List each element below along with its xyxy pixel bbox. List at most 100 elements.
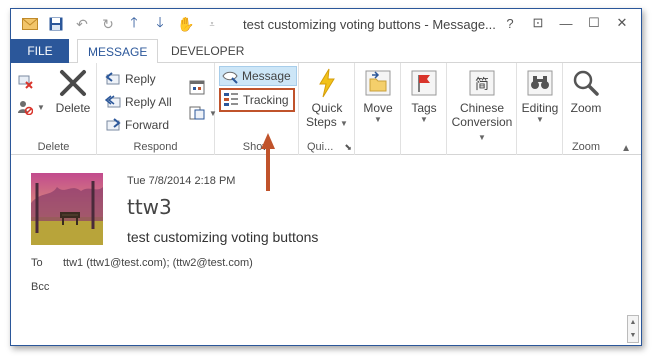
zoom-group-label: Zoom xyxy=(571,141,601,153)
reply-all-label: Reply All xyxy=(125,95,172,109)
touch-mode-icon[interactable]: ✋ xyxy=(175,15,197,33)
ribbon-display-options-button[interactable]: ⊡ xyxy=(525,13,551,33)
reply-icon xyxy=(105,71,121,87)
meeting-button[interactable] xyxy=(189,77,205,97)
flag-icon xyxy=(408,67,440,99)
header-scrollbar[interactable]: ▲ ▼ xyxy=(627,315,639,343)
ribbon: ▼ Delete Delete Reply Reply All Forward … xyxy=(11,63,641,155)
zoom-button[interactable]: Zoom xyxy=(565,67,607,115)
editing-label: Editing xyxy=(521,101,559,115)
chevron-down-icon: ▼ xyxy=(536,115,544,124)
magnifier-icon xyxy=(570,67,602,99)
to-label: To xyxy=(31,257,43,269)
reply-label: Reply xyxy=(125,72,156,86)
quick-access-toolbar: ↶ ↻ 🡑 🡓 ✋ ⩡ xyxy=(19,14,223,33)
chinese-label-2: Conversion ▼ xyxy=(451,115,513,142)
message-label: Message xyxy=(242,69,291,83)
annotation-arrow-icon xyxy=(261,133,275,191)
collapse-ribbon-icon[interactable]: ▲ xyxy=(621,143,631,154)
reply-all-button[interactable]: Reply All xyxy=(105,92,172,112)
move-label: Move xyxy=(363,101,393,115)
binoculars-icon xyxy=(524,67,556,99)
im-icon xyxy=(189,105,205,121)
close-button[interactable]: ✕ xyxy=(609,13,635,33)
undo-icon[interactable]: ↶ xyxy=(71,15,93,33)
reply-button[interactable]: Reply xyxy=(105,69,156,89)
chevron-down-icon: ▼ xyxy=(374,115,382,124)
sender-photo xyxy=(31,173,103,245)
message-subject: test customizing voting buttons xyxy=(127,229,319,245)
junk-button[interactable]: ▼ xyxy=(17,97,45,117)
respond-group: Reply Reply All Forward ▼ Respond xyxy=(97,63,217,155)
title-bar: ↶ ↻ 🡑 🡓 ✋ ⩡ test customizing voting butt… xyxy=(11,9,641,39)
save-icon[interactable] xyxy=(45,15,67,33)
forward-button[interactable]: Forward xyxy=(105,115,169,135)
help-button[interactable]: ? xyxy=(497,13,523,33)
chinese-label-1: Chinese xyxy=(459,101,505,115)
chinese-conversion-group: 简 Chinese Conversion ▼ xyxy=(447,63,517,155)
quick-steps-label-1: Quick xyxy=(311,101,343,115)
minimize-button[interactable]: — xyxy=(553,13,579,33)
previous-item-icon[interactable]: 🡑 xyxy=(123,14,145,33)
zoom-label: Zoom xyxy=(570,101,602,115)
sender-name[interactable]: ttw3 xyxy=(127,195,172,219)
forward-label: Forward xyxy=(125,118,170,132)
message-icon xyxy=(222,68,238,84)
move-group: Move ▼ xyxy=(355,63,401,155)
ribbon-tabs: FILE MESSAGE DEVELOPER xyxy=(11,39,641,64)
move-button[interactable]: Move ▼ xyxy=(359,67,397,124)
chevron-down-icon: ▼ xyxy=(37,102,45,112)
ignore-button[interactable] xyxy=(17,71,33,91)
svg-text:简: 简 xyxy=(475,76,489,93)
respond-group-label: Respond xyxy=(133,141,178,153)
delete-button[interactable]: Delete xyxy=(53,67,93,115)
delete-group-label: Delete xyxy=(37,141,70,153)
bcc-label: Bcc xyxy=(31,281,50,293)
chevron-down-icon: ▼ xyxy=(420,115,428,124)
chevron-down-icon: ▼ xyxy=(478,133,486,142)
scroll-up-icon[interactable]: ▲ xyxy=(628,316,638,329)
tags-label: Tags xyxy=(411,101,437,115)
tab-file[interactable]: FILE xyxy=(11,39,69,63)
window-title: test customizing voting buttons - Messag… xyxy=(243,17,496,32)
chinese-conversion-button[interactable]: 简 Chinese Conversion ▼ xyxy=(449,67,515,143)
to-recipients[interactable]: ttw1 (ttw1@test.com); (ttw2@test.com) xyxy=(63,257,253,269)
dialog-launcher-icon[interactable]: ⬊ xyxy=(344,142,352,152)
junk-icon xyxy=(17,99,33,115)
quick-steps-group: Quick Steps ▼ Qui... ⬊ xyxy=(299,63,355,155)
message-button[interactable]: Message xyxy=(219,66,297,86)
delete-button-label: Delete xyxy=(55,101,91,115)
tracking-icon xyxy=(223,92,239,108)
delete-group: ▼ Delete Delete xyxy=(11,63,97,155)
chevron-down-icon: ▼ xyxy=(340,119,348,128)
editing-group: Editing ▼ xyxy=(517,63,563,155)
tab-developer[interactable]: DEVELOPER xyxy=(161,39,254,63)
editing-button[interactable]: Editing ▼ xyxy=(519,67,561,124)
quick-steps-button[interactable]: Quick Steps ▼ xyxy=(303,67,351,129)
chinese-character-icon: 简 xyxy=(466,67,498,99)
scroll-down-icon[interactable]: ▼ xyxy=(628,329,638,342)
tab-message[interactable]: MESSAGE xyxy=(77,39,159,64)
quick-steps-group-label: Qui... ⬊ xyxy=(307,141,352,153)
message-window: ↶ ↻ 🡑 🡓 ✋ ⩡ test customizing voting butt… xyxy=(10,8,642,346)
reply-all-icon xyxy=(105,94,121,110)
move-folder-icon xyxy=(362,67,394,99)
ignore-icon xyxy=(17,73,33,89)
forward-icon xyxy=(105,117,121,133)
tags-button[interactable]: Tags ▼ xyxy=(405,67,443,124)
show-group-label: Show xyxy=(242,141,271,153)
redo-icon[interactable]: ↻ xyxy=(97,15,119,33)
maximize-button[interactable]: ☐ xyxy=(581,13,607,33)
quick-steps-label-2: Steps ▼ xyxy=(306,115,348,129)
mail-icon xyxy=(19,15,41,33)
window-controls: ? ⊡ — ☐ ✕ xyxy=(497,13,635,33)
show-group: Message Tracking Show xyxy=(215,63,299,155)
tracking-button[interactable]: Tracking xyxy=(219,88,295,112)
next-item-icon[interactable]: 🡓 xyxy=(149,14,171,33)
zoom-group: Zoom Zoom xyxy=(563,63,609,155)
delete-x-icon xyxy=(57,67,89,99)
tags-group: Tags ▼ xyxy=(401,63,447,155)
message-date: Tue 7/8/2014 2:18 PM xyxy=(127,175,236,187)
more-respond-button[interactable]: ▼ xyxy=(189,103,217,123)
customize-qat-icon[interactable]: ⩡ xyxy=(201,15,223,33)
